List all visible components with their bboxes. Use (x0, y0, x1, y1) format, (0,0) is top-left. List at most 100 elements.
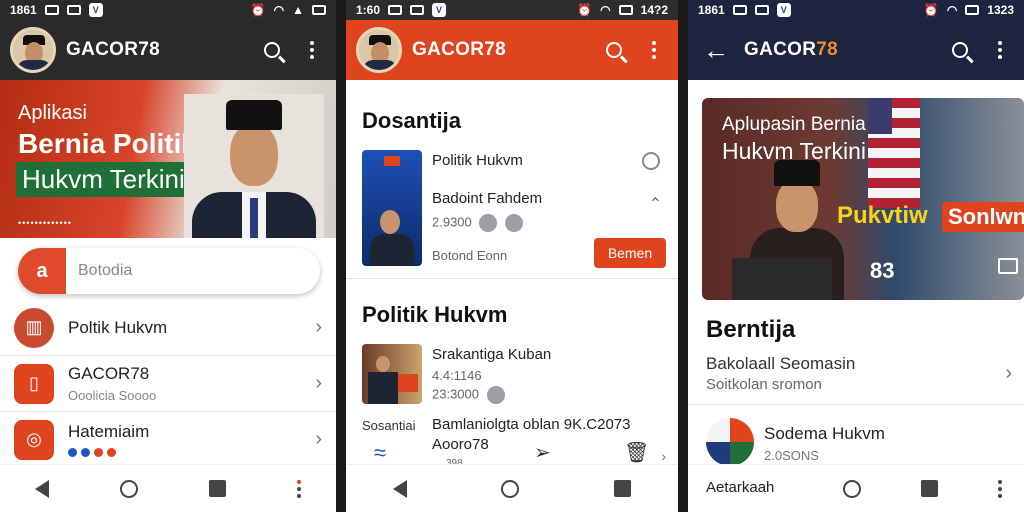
featured-banner[interactable]: Aplupasin Bernia Hukvm Terkini Pukvtiw S… (702, 98, 1024, 300)
share-icon[interactable]: ⌃ (649, 194, 662, 214)
politician-photo (184, 94, 324, 238)
avatar[interactable] (10, 27, 56, 73)
news-card[interactable]: Srakantiga Kuban 4.4:1146 23:3000 Sosant… (362, 344, 666, 474)
read-button[interactable]: Bemen (594, 238, 666, 268)
status-time: 1861 (10, 3, 37, 17)
section-title: Dosantija (362, 108, 462, 133)
status-time: 1861 (698, 3, 725, 17)
search-icon (606, 42, 622, 58)
chevron-right-icon[interactable]: › (1005, 362, 1012, 385)
chevron-right-icon: › (315, 316, 322, 338)
nav-more-icon[interactable] (296, 479, 301, 498)
card-line-3-value: 23:3000 (432, 386, 479, 402)
app-badge-icon: V (432, 3, 447, 17)
message-icon (388, 5, 403, 15)
search-button[interactable] (258, 36, 286, 64)
page-dots (68, 448, 315, 457)
book-icon: ▯ (14, 363, 54, 404)
nav-recents-icon[interactable] (613, 480, 631, 497)
card-footer-title: Bamlaniolgta oblan 9K.C2073 (432, 416, 631, 433)
more-vert-icon (998, 41, 1002, 59)
nav-recents-icon[interactable] (921, 480, 938, 497)
app-title-accent: 78 (816, 39, 838, 60)
banner-number: 83 (870, 258, 895, 283)
card-headline: Srakantiga Kuban (432, 346, 552, 363)
more-button[interactable] (986, 36, 1014, 64)
building-icon: ▥ (14, 307, 54, 348)
gallery-icon (66, 5, 81, 15)
news-card[interactable]: Politik Hukvm Badoint Fahdem ⌃ 2.9300 Bo… (362, 150, 666, 270)
chevron-right-icon: › (661, 448, 666, 464)
signal-icon: ▲ (292, 3, 304, 17)
card-stats-value: 2.9300 (432, 214, 472, 230)
nav-home-icon[interactable] (120, 479, 139, 498)
alarm-icon: ⏰ (923, 3, 939, 17)
nav-home-icon[interactable] (501, 479, 520, 498)
back-button[interactable]: ← (702, 36, 730, 64)
alarm-icon: ⏰ (577, 3, 593, 17)
card-line-3: 23:3000 (432, 386, 505, 404)
alarm-icon: ⏰ (250, 3, 266, 17)
camera-icon: ◎ (14, 419, 54, 460)
app-title-main: GACOR (744, 39, 817, 60)
banner-highlight: Pukvtiw (837, 202, 928, 229)
comment-icon (479, 214, 498, 232)
like-icon (505, 214, 524, 232)
nav-back-icon[interactable] (393, 479, 408, 498)
flag-image (868, 98, 920, 208)
status-bar: 1:60 V ⏰ ◠ 14?2 (346, 0, 678, 20)
hero-banner[interactable]: Aplikasi Bernia Politik Hukvm Terkini ••… (0, 80, 336, 238)
send-icon[interactable]: ➢ (534, 440, 551, 465)
app-title: GACOR78 (744, 39, 934, 61)
list-item-subtitle: Ooolicia Soooo (68, 388, 157, 403)
search-placeholder: Botodia (78, 262, 133, 279)
search-button[interactable] (600, 36, 628, 64)
app-bar: ← GACOR78 (688, 20, 1024, 80)
wifi-icon: ◠ (273, 3, 285, 17)
list-item[interactable]: ▯ GACOR78 Ooolicia Soooo › (0, 356, 336, 412)
avatar[interactable] (356, 27, 402, 73)
banner-line-2: Hukvm Terkini (722, 138, 866, 164)
hero-line-1: Aplikasi (18, 102, 87, 124)
app-title: GACOR78 (66, 39, 160, 60)
chevron-right-icon: › (315, 428, 322, 450)
screen-gap (336, 0, 346, 512)
news-thumbnail (362, 150, 422, 266)
section-line-2: Soitkolan sromon (706, 376, 822, 393)
list-item[interactable]: Sodema Hukvm 2.0SONS (706, 418, 1014, 470)
podium (732, 258, 832, 300)
chevron-right-icon: › (315, 372, 322, 394)
nav-home-icon[interactable] (843, 479, 861, 498)
list-item[interactable]: ◎ Hatemiaim › (0, 412, 336, 468)
search-field-icon: a (18, 248, 66, 294)
camera-icon[interactable] (998, 258, 1018, 274)
list-item[interactable]: ▥ Poltik Hukvm › (0, 300, 336, 356)
wifi-icon: ◠ (946, 3, 958, 17)
more-button[interactable] (298, 36, 326, 64)
battery-icon (965, 5, 980, 15)
nav-more-icon[interactable] (998, 479, 1002, 498)
more-button[interactable] (640, 36, 668, 64)
message-icon (732, 5, 747, 15)
battery-icon (618, 5, 633, 15)
list-item-title: GACOR78 (68, 364, 150, 383)
screen-gap (678, 0, 688, 512)
app-bar: GACOR78 (0, 20, 336, 80)
list-item-title: Hatemiaim (68, 422, 150, 441)
nav-recents-icon[interactable] (208, 480, 226, 497)
card-stats: 2.9300 (432, 214, 524, 232)
menu-list: ▥ Poltik Hukvm › ▯ GACOR78 Ooolicia Sooo… (0, 300, 336, 468)
bookmark-icon[interactable] (642, 152, 660, 170)
app-bar: GACOR78 (346, 20, 678, 80)
system-nav-bar (0, 464, 336, 512)
banner-badge: Sonlwni (942, 202, 1024, 232)
card-footer-left: Sosantiai (362, 418, 416, 433)
trash-icon[interactable]: 🗑 (624, 440, 649, 465)
search-field[interactable]: a Botodia (18, 248, 320, 294)
search-button[interactable] (946, 36, 974, 64)
nav-back-icon[interactable] (35, 479, 50, 498)
divider (688, 404, 1024, 405)
news-thumbnail (362, 344, 422, 404)
app-badge-icon: V (776, 3, 791, 17)
section-title: Politik Hukvm (362, 302, 508, 327)
